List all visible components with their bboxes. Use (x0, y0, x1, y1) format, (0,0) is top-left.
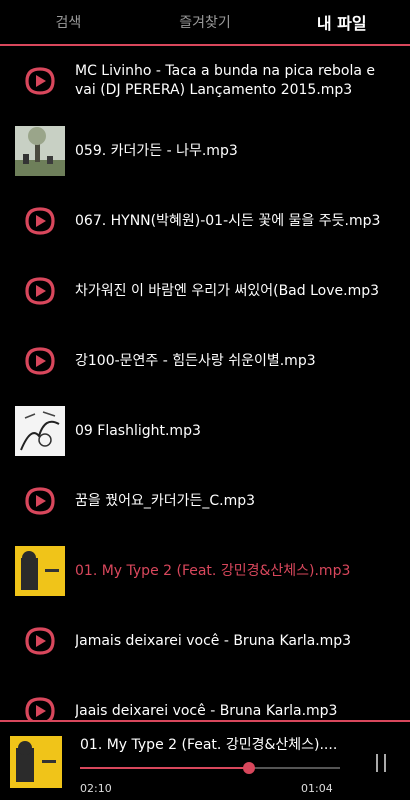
pause-button[interactable] (374, 754, 388, 772)
file-thumbnail (15, 476, 65, 526)
file-thumbnail (15, 406, 65, 456)
file-thumbnail (15, 616, 65, 666)
app-logo-icon (25, 487, 55, 515)
list-item[interactable]: 꿈을 꿨어요_카더가든_C.mp3 (0, 466, 410, 536)
file-thumbnail (15, 546, 65, 596)
file-title: Jaais deixarei você - Bruna Karla.mp3 (75, 702, 338, 719)
file-title: 01. My Type 2 (Feat. 강민경&산체스).mp3 (75, 562, 351, 579)
pause-icon (376, 754, 378, 772)
mini-player[interactable]: 01. My Type 2 (Feat. 강민경&산체스).... 02:10 … (0, 720, 410, 800)
elapsed-time: 02:10 (80, 782, 112, 795)
list-item[interactable]: 강100-문연주 - 힘든사랑 쉬운이별.mp3 (0, 326, 410, 396)
file-title: Jamais deixarei você - Bruna Karla.mp3 (75, 632, 352, 649)
list-item[interactable]: 01. My Type 2 (Feat. 강민경&산체스).mp3 (0, 536, 410, 606)
tab-bar: 검색 즐겨찾기 내 파일 (0, 0, 410, 46)
app-logo-icon (25, 67, 55, 95)
list-item[interactable]: 차가워진 이 바람엔 우리가 써있어(Bad Love.mp3 (0, 256, 410, 326)
tab-favorites[interactable]: 즐겨찾기 (137, 0, 274, 44)
file-thumbnail (15, 126, 65, 176)
app-logo-icon (25, 207, 55, 235)
file-title: MC Livinho - Taca a bunda na pica rebola… (75, 63, 376, 98)
now-playing-album-art (10, 736, 62, 788)
app-logo-icon (25, 347, 55, 375)
remaining-time: 01:04 (301, 782, 333, 795)
file-thumbnail (15, 56, 65, 106)
app-logo-icon (25, 697, 55, 720)
file-title: 강100-문연주 - 힘든사랑 쉬운이별.mp3 (75, 352, 316, 369)
list-item[interactable]: 067. HYNN(박혜원)-01-시든 꽃에 물을 주듯.mp3 (0, 186, 410, 256)
now-playing-title[interactable]: 01. My Type 2 (Feat. 강민경&산체스).... (80, 734, 350, 754)
album-art-yellow (15, 546, 65, 596)
file-thumbnail (15, 686, 65, 720)
list-item[interactable]: 059. 카더가든 - 나무.mp3 (0, 116, 410, 186)
file-title: 067. HYNN(박혜원)-01-시든 꽃에 물을 주듯.mp3 (75, 212, 381, 229)
seek-handle[interactable] (243, 762, 255, 774)
file-list: MC Livinho - Taca a bunda na pica rebola… (0, 46, 410, 720)
seek-bar[interactable] (80, 762, 340, 774)
list-item[interactable]: MC Livinho - Taca a bunda na pica rebola… (0, 46, 410, 116)
file-title: 09 Flashlight.mp3 (75, 422, 201, 439)
seek-progress (80, 767, 249, 769)
album-art-sketch (15, 406, 65, 456)
file-title: 꿈을 꿨어요_카더가든_C.mp3 (75, 492, 256, 509)
file-thumbnail (15, 196, 65, 246)
list-item[interactable]: Jamais deixarei você - Bruna Karla.mp3 (0, 606, 410, 676)
tab-search[interactable]: 검색 (0, 0, 137, 44)
pause-icon-bar (384, 754, 386, 772)
list-item[interactable]: 09 Flashlight.mp3 (0, 396, 410, 466)
file-title: 차가워진 이 바람엔 우리가 써있어(Bad Love.mp3 (75, 282, 380, 299)
file-thumbnail (15, 266, 65, 316)
app-logo-icon (25, 627, 55, 655)
app-logo-icon (25, 277, 55, 305)
photo-tree-thumbnail (15, 126, 65, 176)
file-thumbnail (15, 336, 65, 386)
tab-my-files[interactable]: 내 파일 (273, 0, 410, 44)
file-title: 059. 카더가든 - 나무.mp3 (75, 142, 238, 159)
list-item[interactable]: Jaais deixarei você - Bruna Karla.mp3 (0, 676, 410, 720)
